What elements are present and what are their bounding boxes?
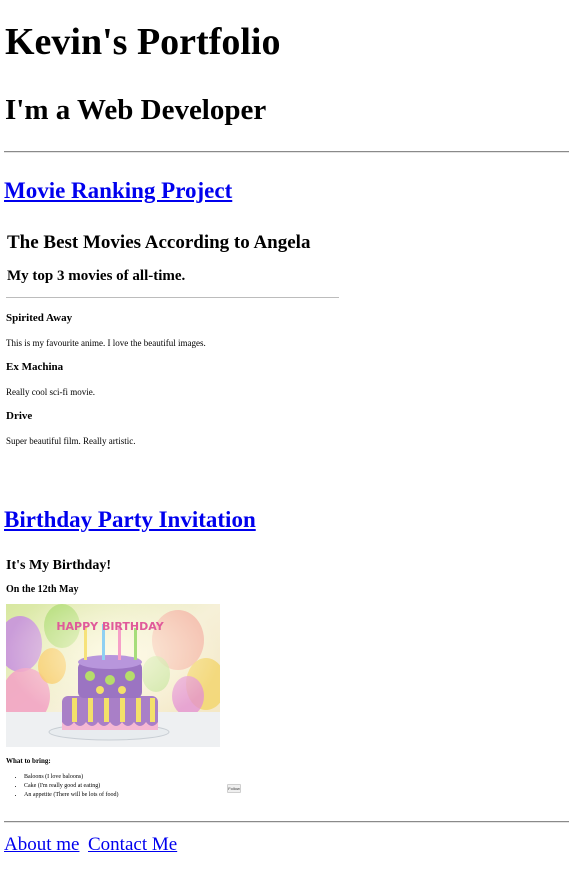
birthday-invitation-preview: It's My Birthday! On the 12th May HAPPY … [6, 555, 246, 805]
movie-divider [6, 297, 339, 298]
about-me-link[interactable]: About me [4, 833, 79, 857]
divider-top [4, 151, 569, 153]
list-item: Cake (I'm really good at eating) [24, 782, 118, 791]
birthday-invitation-project-link[interactable]: Birthday Party Invitation [4, 506, 256, 534]
movie-title: Drive [6, 410, 33, 422]
page-title: Kevin's Portfolio [5, 21, 281, 63]
follow-button[interactable]: Follow [227, 784, 241, 793]
movie-description: Really cool sci-fi movie. [6, 387, 95, 397]
movie-page-subtitle: My top 3 movies of all-time. [7, 268, 186, 284]
movie-title: Ex Machina [6, 361, 64, 373]
movie-description: Super beautiful film. Really artistic. [6, 436, 136, 446]
movie-title: Spirited Away [6, 312, 73, 324]
list-item: An appetite (There will be lots of food) [24, 791, 118, 800]
list-item: Baloons (I love baloons) [24, 773, 118, 782]
birthday-date: On the 12th May [6, 584, 79, 595]
movie-description: This is my favourite anime. I love the b… [6, 338, 206, 348]
divider-bottom [4, 821, 569, 823]
cake-topper-text: HAPPY BIRTHDAY [56, 620, 164, 633]
page-subtitle: I'm a Web Developer [5, 94, 267, 126]
contact-me-link[interactable]: Contact Me [88, 833, 177, 857]
movie-ranking-project-link[interactable]: Movie Ranking Project [4, 177, 232, 205]
movie-page-title: The Best Movies According to Angela [7, 232, 311, 253]
birthday-cake-image: HAPPY BIRTHDAY [6, 604, 220, 747]
what-to-bring-heading: What to bring: [6, 757, 51, 765]
birthday-title: It's My Birthday! [6, 558, 111, 573]
movie-ranking-preview: The Best Movies According to Angela My t… [6, 226, 340, 458]
bring-list: Baloons (I love baloons) Cake (I'm reall… [18, 773, 118, 800]
